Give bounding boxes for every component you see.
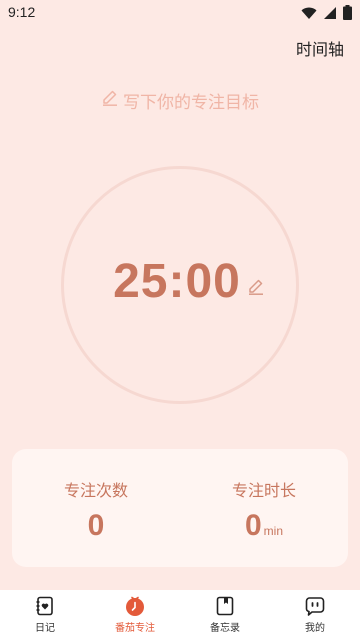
- timer-value: 25:00: [113, 255, 241, 308]
- nav-label-profile: 我的: [305, 623, 325, 634]
- focus-count-number: 0: [87, 509, 105, 542]
- status-time: 9:12: [8, 4, 36, 20]
- nav-item-memo[interactable]: 备忘录: [180, 595, 270, 634]
- nav-item-diary[interactable]: 日记: [0, 595, 90, 634]
- focus-duration-value: 0 min: [194, 509, 334, 543]
- bottom-nav: 日记 番茄专注 备忘录 我的: [0, 590, 360, 639]
- pencil-icon: [101, 89, 119, 112]
- nav-item-profile[interactable]: 我的: [270, 595, 360, 634]
- battery-icon: [343, 5, 352, 24]
- focus-goal-input[interactable]: 写下你的专注目标: [0, 88, 360, 113]
- focus-count-stat: 专注次数 0: [26, 477, 166, 543]
- nav-label-memo: 备忘录: [210, 623, 240, 634]
- stats-card: 专注次数 0 专注时长 0 min: [12, 449, 348, 567]
- focus-count-label: 专注次数: [63, 481, 128, 500]
- focus-count-value: 0: [26, 509, 166, 543]
- diary-icon: [35, 595, 55, 617]
- timeline-button[interactable]: 时间轴: [296, 36, 344, 60]
- wifi-icon: [301, 5, 317, 24]
- nav-item-pomodoro[interactable]: 番茄专注: [90, 595, 180, 634]
- nav-label-pomodoro: 番茄专注: [115, 623, 155, 634]
- memo-icon: [215, 595, 235, 617]
- edit-time-icon[interactable]: [247, 278, 265, 300]
- status-bar: 9:12: [0, 0, 360, 26]
- focus-duration-stat: 专注时长 0 min: [194, 477, 334, 543]
- focus-goal-placeholder: 写下你的专注目标: [123, 93, 259, 113]
- focus-duration-number: 0: [244, 509, 262, 542]
- focus-duration-label: 专注时长: [231, 481, 296, 500]
- status-icons: [301, 5, 352, 24]
- nav-label-diary: 日记: [35, 623, 55, 634]
- profile-icon: [305, 595, 325, 617]
- pomodoro-icon: [124, 595, 146, 617]
- signal-icon: [323, 5, 337, 24]
- focus-duration-unit: min: [263, 524, 284, 538]
- timer-circle[interactable]: 25:00: [61, 166, 299, 404]
